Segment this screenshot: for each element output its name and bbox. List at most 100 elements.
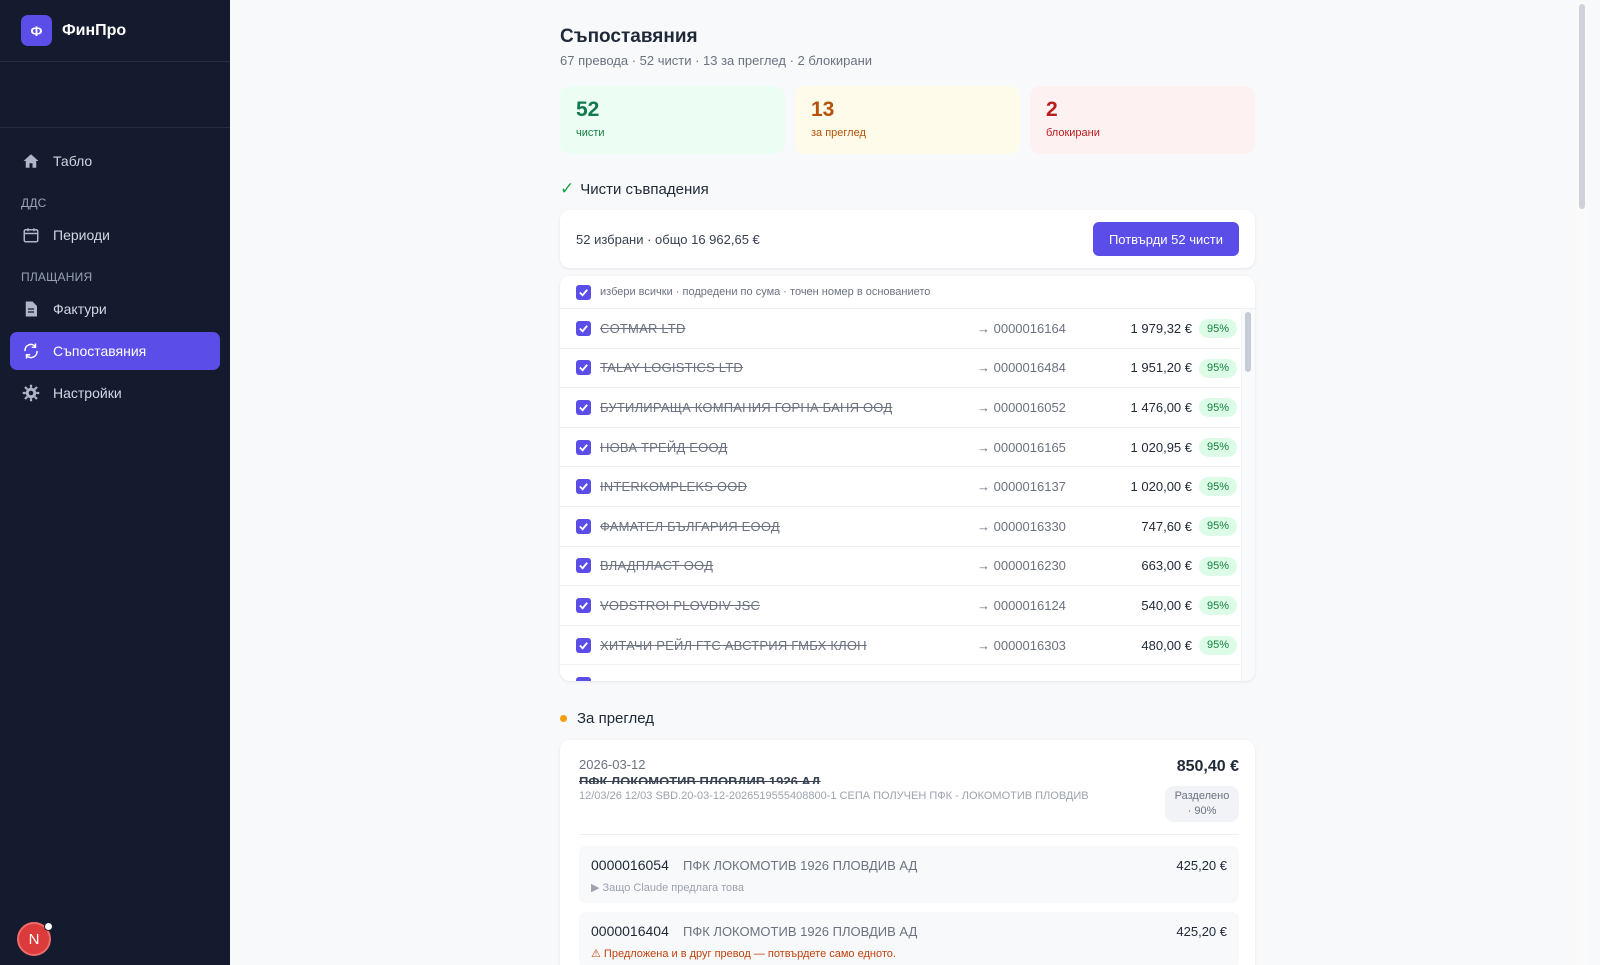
review-description: 12/03/26 12/03 SBD.20-03-12-202651955540… xyxy=(579,790,1089,802)
row-invoice-ref: → 0000016165 xyxy=(977,439,1066,455)
row-counterparty: ХИТАЧИ РЕЙЛ ГТС АВСТРИЯ ГМБХ КЛОН xyxy=(600,637,867,653)
selected-summary: 52 избрани · общо 16 962,65 € xyxy=(576,231,760,247)
row-score-badge: 95% xyxy=(1199,358,1237,378)
brand[interactable]: Ф ФинПро xyxy=(0,0,230,62)
invoice-number: 0000016054 xyxy=(591,857,669,873)
sync-icon xyxy=(24,343,38,359)
table-row[interactable]: INTERKOMPLEKS OOD → 0000016137 1 020,00 … xyxy=(560,467,1240,507)
table-row[interactable]: НОВА ТРЕЙД ЕООД → 0000016165 1 020,95 € … xyxy=(560,428,1240,468)
row-invoice-ref: → 0000016330 xyxy=(977,518,1066,534)
sidebar-item-label: Фактури xyxy=(53,301,107,317)
row-counterparty: COTMAR LTD xyxy=(600,320,686,336)
check-icon xyxy=(579,562,588,570)
table-row[interactable]: ВЛАДПЛАСТ ООД → 0000016230 663,00 € 95% xyxy=(560,547,1240,587)
confirm-clean-button[interactable]: Потвърди 52 чисти xyxy=(1092,222,1239,256)
sidebar-section-payments: ПЛАЩАНИЯ xyxy=(21,270,93,284)
main-area: Съпоставяния 67 превода · 52 чисти · 13 … xyxy=(230,0,1588,965)
review-counterparty: ПФК ЛОКОМОТИВ ПЛОВДИВ 1926 АД xyxy=(579,774,821,784)
list-header: избери всички · подредени по сума · точе… xyxy=(560,276,1255,309)
confirm-bar: 52 избрани · общо 16 962,65 € Потвърди 5… xyxy=(560,210,1255,268)
page-scrollbar-thumb[interactable] xyxy=(1579,4,1585,209)
row-counterparty: ФАМАТЕЛ БЪЛГАРИЯ ЕООД xyxy=(600,518,780,534)
divider xyxy=(579,834,1239,835)
sidebar-item-dashboard[interactable]: Табло xyxy=(10,142,220,180)
review-dot-icon xyxy=(560,715,567,722)
split-label: Разделено xyxy=(1174,790,1230,802)
row-amount: 540,00 € xyxy=(1141,597,1192,613)
sidebar-section-vat: ДДС xyxy=(21,196,47,210)
sidebar-item-label: Съпоставяния xyxy=(53,343,147,359)
check-icon xyxy=(579,364,588,372)
duplicate-warning: ⚠ Предложена и в друг превод — потвърдет… xyxy=(591,948,896,960)
list-scrollbar[interactable] xyxy=(1245,312,1251,372)
list-header-text: избери всички · подредени по сума · точе… xyxy=(600,286,931,298)
row-checkbox[interactable] xyxy=(576,439,591,455)
review-heading: За преглед xyxy=(560,710,654,727)
stat-blocked: 2 блокирани xyxy=(1030,86,1255,154)
row-invoice-ref: → 0000016230 xyxy=(977,558,1066,574)
select-all-checkbox[interactable] xyxy=(576,284,591,300)
stat-label: за преглед xyxy=(811,127,866,139)
page-subtitle: 67 превода · 52 чисти · 13 за преглед · … xyxy=(560,53,873,68)
sidebar-item-periods[interactable]: Периоди xyxy=(10,216,220,254)
row-checkbox[interactable] xyxy=(576,399,591,415)
sidebar-item-settings[interactable]: Настройки xyxy=(10,374,220,412)
brand-name: ФинПро xyxy=(62,21,127,39)
table-row[interactable]: TALAY LOGISTICS LTD → 0000016484 1 951,2… xyxy=(560,349,1240,389)
invoice-suggestion[interactable]: 0000016054 ПФК ЛОКОМОТИВ 1926 ПЛОВДИВ АД… xyxy=(579,846,1239,903)
clean-list: избери всички · подредени по сума · точе… xyxy=(560,276,1255,681)
row-score-badge: 95% xyxy=(1199,398,1237,418)
row-checkbox[interactable] xyxy=(576,518,591,534)
stat-value: 2 xyxy=(1046,98,1058,121)
row-amount: 1 020,95 € xyxy=(1130,439,1192,455)
table-row[interactable]: ФАМАТЕЛ БЪЛГАРИЯ ЕООД → 0000016330 747,6… xyxy=(560,507,1240,547)
row-checkbox[interactable] xyxy=(576,597,591,613)
why-suggested-toggle[interactable]: ▶ Защо Claude предлага това xyxy=(591,881,744,894)
row-checkbox[interactable] xyxy=(576,637,591,653)
row-checkbox[interactable] xyxy=(576,320,591,336)
row-amount: 1 476,00 € xyxy=(1130,399,1192,415)
row-counterparty: TALAY LOGISTICS LTD xyxy=(600,360,743,376)
row-counterparty: ВЛАДПЛАСТ ООД xyxy=(600,558,714,574)
row-score-badge: 95% xyxy=(1199,477,1237,497)
row-counterparty: НОВА ТРЕЙД ЕООД xyxy=(600,439,728,455)
invoice-suggestion[interactable]: 0000016404 ПФК ЛОКОМОТИВ 1926 ПЛОВДИВ АД… xyxy=(579,912,1239,965)
row-invoice-ref: → 0000016052 xyxy=(977,399,1066,415)
row-score-badge: 95% xyxy=(1199,319,1237,338)
invoice-party: ПФК ЛОКОМОТИВ 1926 ПЛОВДИВ АД xyxy=(683,858,918,873)
row-checkbox[interactable] xyxy=(576,558,591,574)
row-counterparty: VODSTROI PLOVDIV JSC xyxy=(600,597,761,613)
sidebar-item-matches[interactable]: Съпоставяния xyxy=(10,332,220,370)
row-checkbox[interactable] xyxy=(576,677,591,681)
table-row-partial[interactable] xyxy=(560,665,1240,681)
table-row[interactable]: ХИТАЧИ РЕЙЛ ГТС АВСТРИЯ ГМБХ КЛОН → 0000… xyxy=(560,626,1240,666)
stats-row: 52 чисти 13 за преглед 2 блокирани xyxy=(560,86,1255,154)
check-icon xyxy=(579,641,588,650)
table-row[interactable]: COTMAR LTD → 0000016164 1 979,32 € 95% xyxy=(560,309,1240,349)
invoice-number: 0000016404 xyxy=(591,923,669,939)
review-heading-text: За преглед xyxy=(577,710,655,727)
brand-logo: Ф xyxy=(21,15,52,46)
split-score: · 90% xyxy=(1187,805,1217,817)
check-icon xyxy=(579,443,588,452)
row-score-badge: 95% xyxy=(1199,516,1237,536)
table-row[interactable]: VODSTROI PLOVDIV JSC → 0000016124 540,00… xyxy=(560,586,1240,626)
document-icon xyxy=(25,301,37,317)
row-score-badge: 95% xyxy=(1199,635,1237,655)
row-amount: 480,00 € xyxy=(1141,637,1192,653)
sidebar-item-label: Табло xyxy=(53,153,93,169)
stat-value: 52 xyxy=(576,98,600,121)
table-row[interactable]: БУТИЛИРАЩА КОМПАНИЯ ГОРНА БАНЯ ООД → 000… xyxy=(560,388,1240,428)
calendar-icon xyxy=(23,228,39,243)
sidebar-item-invoices[interactable]: Фактури xyxy=(10,290,220,328)
split-badge: Разделено · 90% xyxy=(1165,786,1239,822)
page-title: Съпоставяния xyxy=(560,26,698,47)
stat-clean: 52 чисти xyxy=(560,86,785,154)
row-score-badge: 95% xyxy=(1199,437,1237,457)
sidebar-spacer xyxy=(0,62,230,128)
row-checkbox[interactable] xyxy=(576,479,591,495)
row-checkbox[interactable] xyxy=(576,360,591,376)
row-score-badge: 95% xyxy=(1199,596,1237,616)
check-icon xyxy=(579,288,588,297)
sidebar-item-label: Настройки xyxy=(53,385,122,401)
